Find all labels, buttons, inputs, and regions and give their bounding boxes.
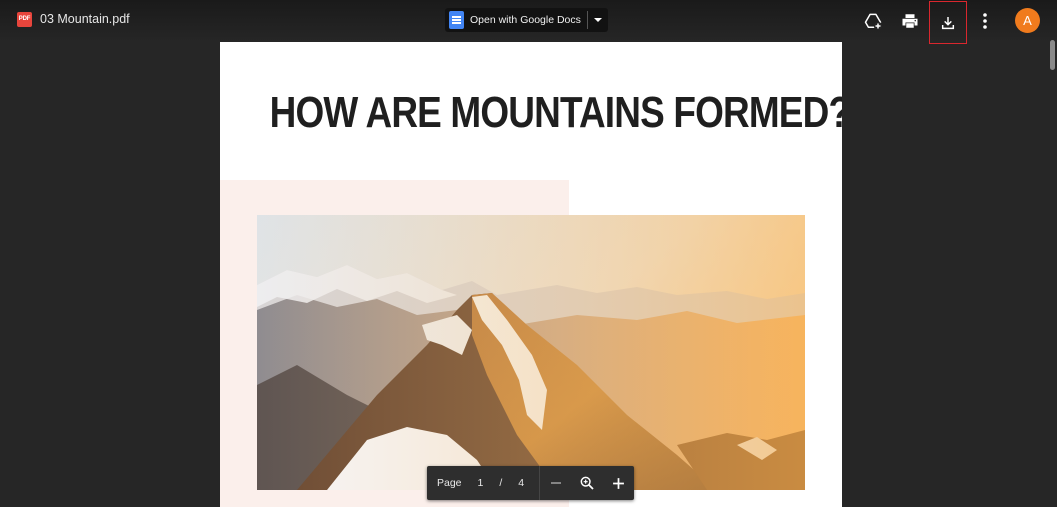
open-with-label: Open with Google Docs	[470, 14, 581, 26]
file-name: 03 Mountain.pdf	[40, 12, 130, 26]
current-page-input[interactable]: 1	[478, 477, 484, 489]
open-with-control: Open with Google Docs	[445, 8, 608, 32]
file-info: PDF 03 Mountain.pdf	[17, 9, 130, 29]
open-with-dropdown-button[interactable]	[588, 8, 608, 32]
zoom-in-button[interactable]	[602, 466, 634, 500]
zoom-reset-button[interactable]	[572, 466, 602, 500]
page-separator: /	[499, 477, 503, 489]
add-to-drive-icon	[864, 13, 883, 31]
more-vert-icon	[983, 13, 987, 29]
caret-down-icon	[594, 18, 602, 22]
download-icon	[941, 16, 955, 29]
zoom-out-button[interactable]	[540, 466, 572, 500]
open-with-google-docs-button[interactable]: Open with Google Docs	[445, 8, 587, 32]
account-avatar[interactable]: A	[1015, 8, 1040, 33]
print-icon	[902, 14, 918, 28]
download-button[interactable]	[929, 1, 967, 44]
pdf-page: HOW ARE MOUNTAINS FORMED?	[220, 42, 842, 507]
top-bar: PDF 03 Mountain.pdf Open with Google Doc…	[0, 0, 1057, 44]
add-to-drive-button[interactable]	[855, 2, 891, 40]
minus-icon	[551, 482, 562, 484]
zoom-icon	[580, 476, 594, 490]
page-label: Page	[437, 477, 462, 489]
google-docs-icon	[449, 11, 464, 29]
pdf-file-icon: PDF	[17, 11, 32, 27]
mountain-photo	[257, 215, 805, 490]
vertical-scrollbar[interactable]	[1050, 40, 1055, 70]
more-options-button[interactable]	[967, 2, 1003, 40]
plus-icon	[612, 477, 624, 489]
mountain-image	[257, 215, 805, 490]
page-navigation: Page 1 / 4	[427, 466, 634, 500]
document-title: HOW ARE MOUNTAINS FORMED?	[269, 88, 842, 137]
pdf-viewer: PDF 03 Mountain.pdf Open with Google Doc…	[0, 0, 1057, 507]
total-pages: 4	[518, 477, 525, 489]
print-button[interactable]	[892, 2, 928, 40]
